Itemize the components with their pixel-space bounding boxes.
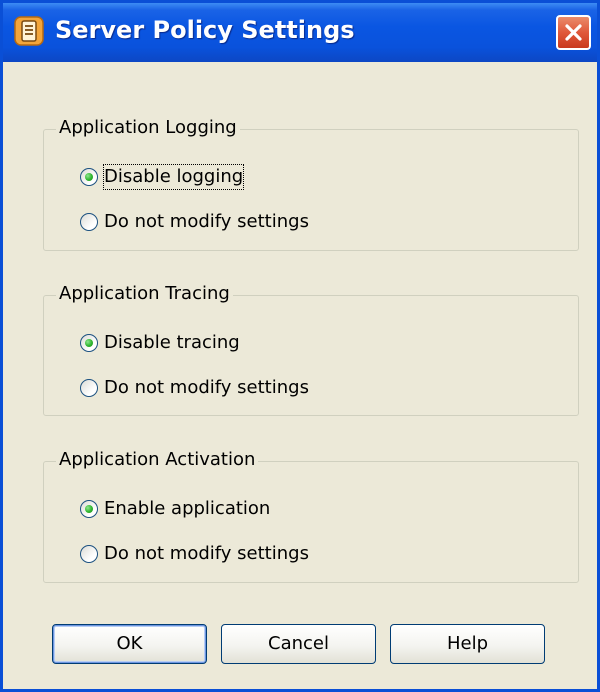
disable-tracing-radio[interactable]: Disable tracing	[80, 330, 240, 356]
tracing-do-not-modify-radio[interactable]: Do not modify settings	[80, 375, 309, 401]
title-bar[interactable]: Server Policy Settings	[3, 3, 597, 62]
radio-label: Do not modify settings	[104, 211, 309, 232]
radio-label: Do not modify settings	[104, 543, 309, 564]
group-legend: Application Tracing	[56, 282, 233, 306]
radio-unselected-icon[interactable]	[80, 545, 98, 563]
server-policy-icon	[13, 15, 45, 47]
radio-label: Do not modify settings	[104, 377, 309, 398]
application-tracing-group: Application Tracing Disable tracing Do n…	[43, 282, 579, 416]
radio-selected-icon[interactable]	[80, 500, 98, 518]
group-legend: Application Logging	[56, 116, 240, 140]
help-button[interactable]: Help	[390, 624, 545, 664]
close-button[interactable]	[556, 15, 591, 50]
radio-unselected-icon[interactable]	[80, 213, 98, 231]
group-legend: Application Activation	[56, 448, 259, 472]
radio-unselected-icon[interactable]	[80, 379, 98, 397]
radio-selected-icon[interactable]	[80, 334, 98, 352]
enable-application-radio[interactable]: Enable application	[80, 496, 270, 522]
application-activation-group: Application Activation Enable applicatio…	[43, 448, 579, 583]
radio-label: Enable application	[104, 498, 271, 519]
radio-selected-icon[interactable]	[80, 168, 98, 186]
ok-button[interactable]: OK	[52, 624, 207, 664]
cancel-button[interactable]: Cancel	[221, 624, 376, 664]
application-logging-group: Application Logging Disable logging Do n…	[43, 116, 579, 251]
disable-logging-radio[interactable]: Disable logging	[80, 164, 245, 190]
dialog-window: Server Policy Settings Application Loggi…	[0, 0, 600, 692]
radio-label: Disable logging	[102, 164, 245, 190]
activation-do-not-modify-radio[interactable]: Do not modify settings	[80, 541, 309, 567]
logging-do-not-modify-radio[interactable]: Do not modify settings	[80, 209, 309, 235]
dialog-title: Server Policy Settings	[55, 16, 355, 44]
radio-label: Disable tracing	[104, 332, 240, 353]
